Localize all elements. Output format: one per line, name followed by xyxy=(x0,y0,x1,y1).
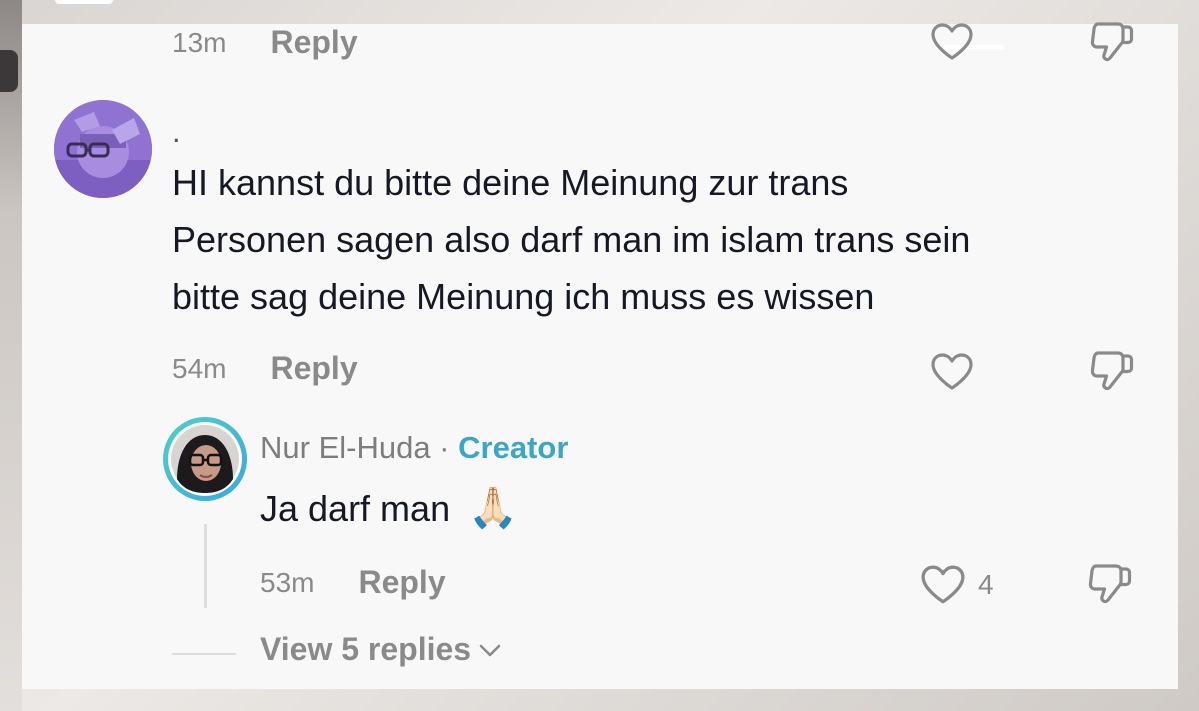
comment-line: Personen sagen also darf man im islam tr… xyxy=(172,219,971,260)
creator-username-line: Nur El-Huda · Creator xyxy=(260,430,568,466)
creator-avatar[interactable] xyxy=(163,417,247,501)
comment-time: 54m xyxy=(172,352,227,384)
like-button[interactable] xyxy=(930,352,974,392)
view-replies-divider xyxy=(172,653,236,655)
creator-username[interactable]: Nur El-Huda xyxy=(260,430,431,465)
heart-outline-icon xyxy=(931,23,973,60)
reply-button[interactable]: Reply xyxy=(270,350,357,387)
chevron-down-icon xyxy=(479,644,501,656)
view-replies-button[interactable]: View 5 replies xyxy=(260,631,503,668)
separator-dot: · xyxy=(430,430,459,465)
thread-connector xyxy=(204,524,207,608)
comment-time: 13m xyxy=(172,26,227,58)
like-button[interactable] xyxy=(930,22,974,62)
thumbs-down-outline-icon xyxy=(1090,351,1134,391)
heart-outline-icon xyxy=(931,353,973,390)
background-object xyxy=(0,50,18,92)
comment-line: bitte sag deine Meinung ich muss es wiss… xyxy=(172,276,875,317)
like-button[interactable]: 4 xyxy=(920,564,994,606)
background-highlight xyxy=(55,0,113,4)
reply-time: 53m xyxy=(260,566,315,598)
reply-meta: 53m Reply xyxy=(260,564,446,601)
creator-badge: Creator xyxy=(458,430,569,465)
avatar-image xyxy=(54,100,152,198)
reply-button[interactable]: Reply xyxy=(358,564,445,601)
dislike-button[interactable] xyxy=(1086,562,1134,606)
commenter-avatar[interactable] xyxy=(54,100,152,198)
previous-comment-meta: 13m Reply xyxy=(172,24,358,61)
reply-button[interactable]: Reply xyxy=(270,24,357,61)
reply-text-content: Ja darf man xyxy=(260,488,451,529)
avatar-image xyxy=(168,422,242,496)
background-shadow xyxy=(0,0,22,711)
comment-line: HI kannst du bitte deine Meinung zur tra… xyxy=(172,162,849,203)
heart-outline-icon xyxy=(921,565,965,604)
dislike-button[interactable] xyxy=(1088,349,1136,393)
like-count: 4 xyxy=(978,569,994,600)
thumbs-down-outline-icon xyxy=(1090,22,1134,62)
praying-hands-icon: 🙏🏻 xyxy=(468,486,518,530)
reply-text: Ja darf man 🙏🏻 xyxy=(260,480,518,537)
comments-panel: 13m Reply . HI kannst du bitte deine Mei… xyxy=(22,22,1178,689)
commenter-username[interactable]: . xyxy=(172,114,181,150)
comment-meta: 54m Reply xyxy=(172,350,358,387)
comment-text: HI kannst du bitte deine Meinung zur tra… xyxy=(172,154,970,325)
view-replies-label: View 5 replies xyxy=(260,631,472,667)
thumbs-down-outline-icon xyxy=(1088,564,1132,604)
dislike-button[interactable] xyxy=(1088,20,1136,64)
